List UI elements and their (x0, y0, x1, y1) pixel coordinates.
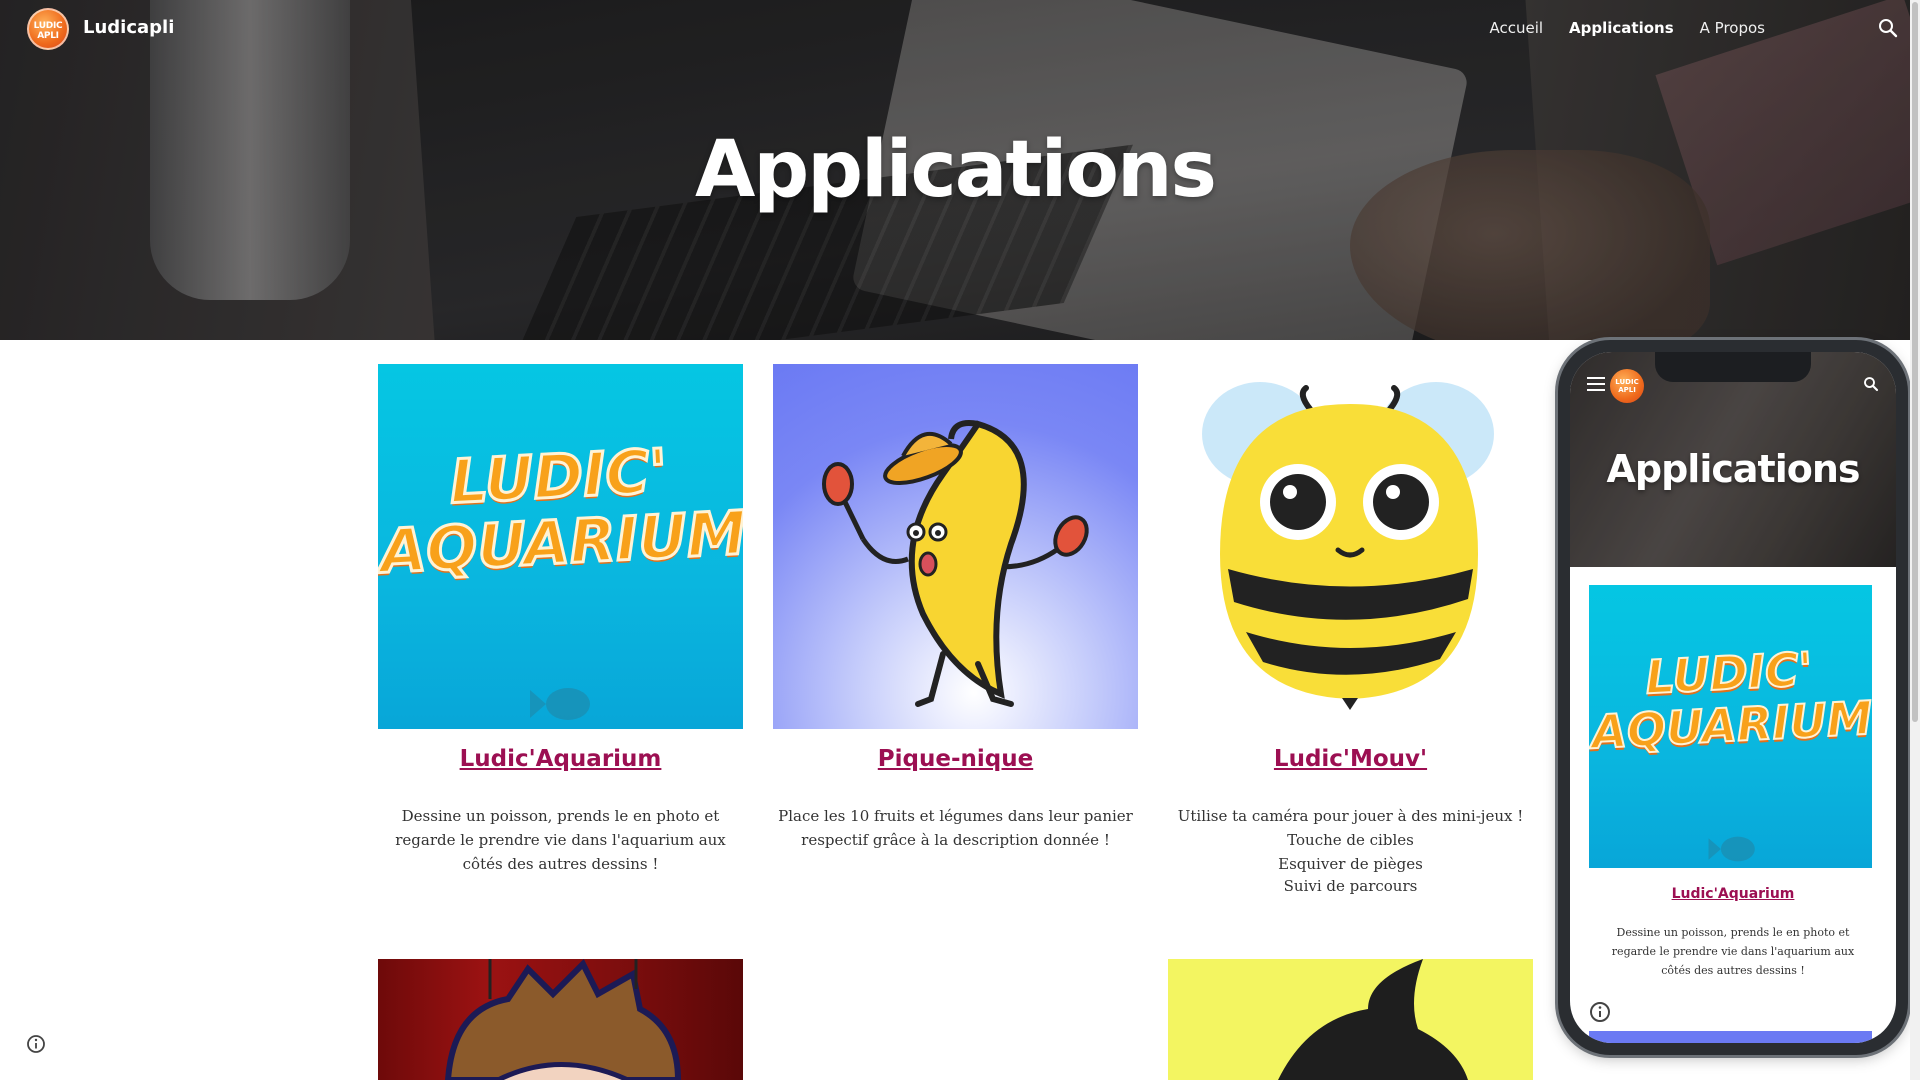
page-scrollbar-thumb[interactable] (1912, 2, 1918, 722)
app-description-pique-nique: Place les 10 fruits et légumes dans leur… (778, 807, 1133, 849)
mobile-hero-banner: LUDIC APLI Applications (1570, 352, 1896, 567)
app-card-pique-nique: Pique-nique Place les 10 fruits et légum… (773, 364, 1138, 852)
site-name[interactable]: Ludicapli (83, 17, 174, 38)
bee-character-illustration (1202, 382, 1494, 710)
theater-thumbnail[interactable] (378, 959, 743, 1080)
app-title-ludic-aquarium[interactable]: Ludic'Aquarium (460, 746, 662, 772)
app-title-ludic-mouv[interactable]: Ludic'Mouv' (1274, 746, 1427, 772)
app-description-ludic-mouv: Utilise ta caméra pour jouer à des mini-… (1177, 807, 1524, 895)
yellow-thumbnail[interactable] (1168, 959, 1533, 1080)
mobile-next-card-thumbnail (1589, 1031, 1872, 1043)
mobile-site-logo[interactable]: LUDIC APLI (1610, 369, 1644, 403)
mobile-preview-frame: LUDIC APLI Applications LUDIC' AQUARIUM … (1558, 340, 1908, 1055)
site-header: LUDIC APLI Ludicapli Accueil Application… (0, 0, 1910, 56)
app-card-yellow (1168, 959, 1533, 1080)
nav-item-applications[interactable]: Applications (1569, 19, 1674, 37)
mobile-aquarium-logo-text: LUDIC' AQUARIUM (1589, 641, 1872, 761)
hamburger-menu-icon[interactable] (1587, 377, 1605, 391)
nav-item-accueil[interactable]: Accueil (1489, 19, 1543, 37)
mobile-preview-screen: LUDIC APLI Applications LUDIC' AQUARIUM … (1570, 352, 1896, 1043)
mobile-app-title-ludic-aquarium[interactable]: Ludic'Aquarium (1570, 886, 1896, 902)
app-title-pique-nique[interactable]: Pique-nique (878, 746, 1033, 772)
app-card-ludic-mouv: Ludic'Mouv' Utilise ta caméra pour jouer… (1168, 364, 1533, 896)
fish-icon (530, 688, 590, 720)
mobile-search-icon[interactable] (1862, 375, 1880, 393)
mobile-info-icon[interactable] (1589, 1001, 1611, 1023)
app-card-theater (378, 959, 743, 1080)
pique-nique-thumbnail[interactable] (773, 364, 1138, 729)
aquarium-logo-text: LUDIC' AQUARIUM (378, 435, 743, 589)
phone-notch (1655, 352, 1811, 382)
dark-shape-illustration (1278, 959, 1468, 1080)
character-hair-illustration (444, 959, 682, 1080)
page-title: Applications (695, 125, 1217, 215)
mobile-page-title: Applications (1606, 447, 1861, 491)
mobile-ludic-aquarium-thumbnail[interactable]: LUDIC' AQUARIUM (1589, 585, 1872, 868)
mobile-fish-icon (1708, 836, 1755, 862)
site-info-icon[interactable] (26, 1034, 46, 1054)
ludic-mouv-thumbnail[interactable] (1168, 364, 1533, 729)
ludic-aquarium-thumbnail[interactable]: LUDIC' AQUARIUM (378, 364, 743, 729)
banana-character-illustration (822, 420, 1089, 707)
site-logo[interactable]: LUDIC APLI (27, 8, 69, 50)
main-nav: Accueil Applications A Propos (1489, 19, 1765, 37)
app-description-ludic-aquarium: Dessine un poisson, prends le en photo e… (395, 807, 726, 873)
app-card-ludic-aquarium: LUDIC' AQUARIUM Ludic'Aquarium Dessine u… (378, 364, 743, 876)
search-icon[interactable] (1876, 16, 1900, 40)
nav-item-a-propos[interactable]: A Propos (1700, 19, 1765, 37)
mobile-app-description: Dessine un poisson, prends le en photo e… (1611, 926, 1855, 977)
